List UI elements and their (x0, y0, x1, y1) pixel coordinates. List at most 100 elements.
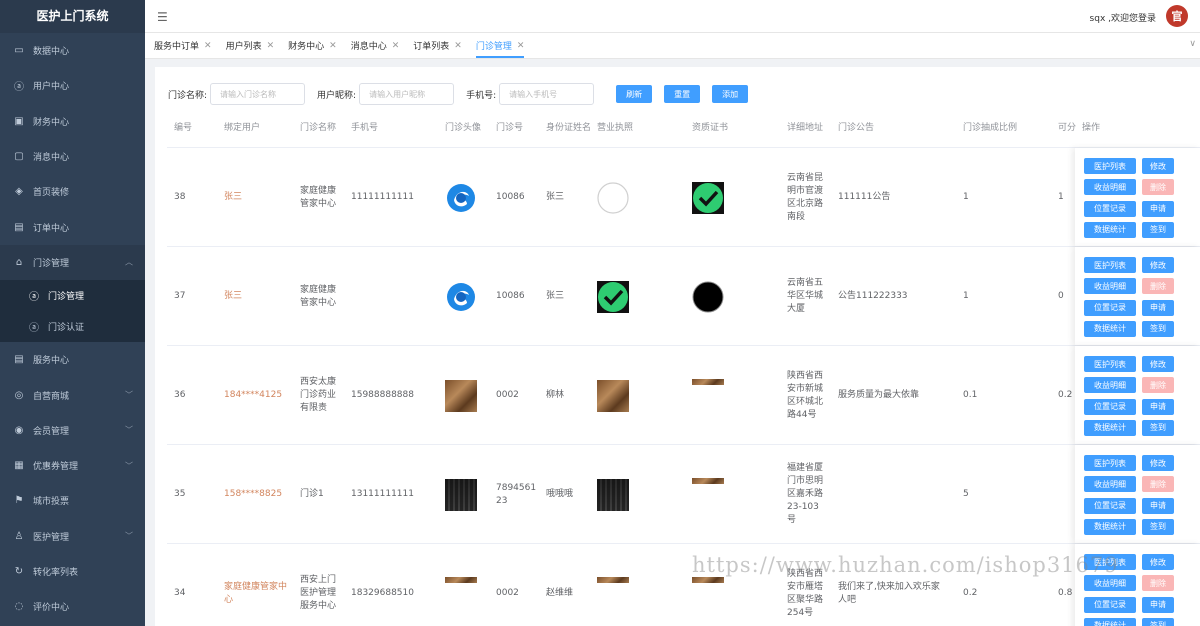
tab[interactable]: 消息中心 ✕ (346, 33, 409, 58)
sidebar-item[interactable]: ▦ 优惠券管理 ﹀ (0, 448, 145, 483)
checkin-button[interactable]: 签到 (1142, 221, 1174, 238)
cell-user[interactable]: 张三 (224, 191, 294, 204)
staff-list-button[interactable]: 医护列表 (1084, 158, 1136, 174)
edit-button[interactable]: 修改 (1142, 455, 1174, 471)
close-icon[interactable]: ✕ (204, 41, 212, 51)
sidebar-item[interactable]: ↻ 转化率列表 (0, 554, 145, 589)
data-stats-button[interactable]: 数据统计 (1084, 419, 1136, 436)
cell-notice: 111111公告 (838, 192, 891, 202)
checkin-button[interactable]: 签到 (1142, 617, 1174, 626)
delete-button[interactable]: 删除 (1142, 575, 1174, 592)
search-bar: 门诊名称: 用户昵称: 手机号: 刷新 重置 添加 (168, 83, 760, 105)
close-icon[interactable]: ✕ (454, 41, 462, 51)
box-icon: ◈ (15, 186, 23, 198)
sidebar-item[interactable]: ◉ 会员管理 ﹀ (0, 413, 145, 448)
column-header: 门诊号 (496, 123, 524, 133)
sidebar-item[interactable]: ▭ 数据中心 (0, 33, 145, 68)
staff-list-button[interactable]: 医护列表 (1084, 257, 1136, 273)
location-record-button[interactable]: 位置记录 (1084, 596, 1136, 613)
sidebar-item[interactable]: ⚑ 城市投票 (0, 483, 145, 518)
data-stats-button[interactable]: 数据统计 (1084, 518, 1136, 535)
cell-clinic-no: 10086 (496, 291, 525, 301)
edit-button[interactable]: 修改 (1142, 257, 1174, 273)
sidebar-item-label: 转化率列表 (33, 568, 79, 578)
close-icon[interactable]: ✕ (517, 41, 525, 51)
top-header: ☰ sqx ,欢迎您登录 官 (145, 0, 1200, 33)
cell-user[interactable]: 158****8825 (224, 488, 294, 501)
edit-button[interactable]: 修改 (1142, 356, 1174, 372)
tab[interactable]: 订单列表 ✕ (408, 33, 471, 58)
close-icon[interactable]: ✕ (392, 41, 400, 51)
cell-id-name: 张三 (546, 291, 565, 301)
location-record-button[interactable]: 位置记录 (1084, 497, 1136, 514)
refresh-button[interactable]: 刷新 (616, 85, 653, 103)
cell-id-name: 哦哦哦 (546, 489, 574, 499)
column-header: 身份证姓名 (546, 123, 592, 133)
data-stats-button[interactable]: 数据统计 (1084, 221, 1136, 238)
data-stats-button[interactable]: 数据统计 (1084, 617, 1136, 626)
staff-list-button[interactable]: 医护列表 (1084, 356, 1136, 372)
cell-user[interactable]: 184****4125 (224, 389, 294, 402)
reset-button[interactable]: 重置 (664, 85, 701, 103)
column-header: 门诊抽成比例 (963, 123, 1018, 133)
sidebar-item[interactable]: ⓐ 用户中心 (0, 68, 145, 103)
edit-button[interactable]: 修改 (1142, 554, 1174, 570)
income-detail-button[interactable]: 收益明细 (1084, 278, 1136, 295)
delete-button[interactable]: 删除 (1142, 179, 1174, 196)
cell-user[interactable]: 张三 (224, 290, 294, 303)
cell-ratio: 0.2 (963, 588, 978, 598)
tab[interactable]: 用户列表 ✕ (221, 33, 284, 58)
checkin-button[interactable]: 签到 (1142, 419, 1174, 436)
clinic-name-input[interactable] (210, 83, 306, 105)
document-icon: ▤ (14, 354, 24, 366)
location-record-button[interactable]: 位置记录 (1084, 299, 1136, 316)
checkin-button[interactable]: 签到 (1142, 518, 1174, 535)
add-button[interactable]: 添加 (712, 85, 749, 103)
income-detail-button[interactable]: 收益明细 (1084, 179, 1136, 196)
sidebar-item[interactable]: ◌ 评价中心 (0, 589, 145, 624)
submenu-item[interactable]: ⓐ 门诊管理 (0, 280, 145, 311)
sidebar-item-label: 订单中心 (33, 223, 70, 234)
apply-button[interactable]: 申请 (1142, 398, 1174, 415)
sidebar-item[interactable]: ◎ 自营商城 ﹀ (0, 377, 145, 412)
edit-button[interactable]: 修改 (1142, 158, 1174, 174)
income-detail-button[interactable]: 收益明细 (1084, 575, 1136, 592)
cell-user[interactable]: 家庭健康管家中心 (224, 581, 294, 607)
close-icon[interactable]: ✕ (267, 41, 275, 51)
table-row: 35 158****8825 门诊1 13111111111 7894561 23 哦哦哦… (167, 445, 1200, 544)
nickname-input[interactable] (359, 83, 455, 105)
hamburger-icon[interactable]: ☰ (157, 10, 168, 24)
chevron-down-icon[interactable]: ∨ (1189, 39, 1196, 49)
location-record-button[interactable]: 位置记录 (1084, 398, 1136, 415)
sidebar-item[interactable]: ▤ 订单中心 (0, 209, 145, 244)
staff-list-button[interactable]: 医护列表 (1084, 455, 1136, 471)
income-detail-button[interactable]: 收益明细 (1084, 476, 1136, 493)
phone-input[interactable] (499, 83, 595, 105)
tab[interactable]: 服务中订单 ✕ (149, 33, 221, 58)
tab[interactable]: 门诊管理 ✕ (471, 33, 534, 58)
sidebar-item-label: 用户中心 (33, 82, 70, 93)
income-detail-button[interactable]: 收益明细 (1084, 377, 1136, 394)
submenu-item[interactable]: ⓐ 门诊认证 (0, 311, 145, 342)
apply-button[interactable]: 申请 (1142, 596, 1174, 613)
sidebar-item[interactable]: ♙ 医护管理 ﹀ (0, 519, 145, 554)
sidebar-item[interactable]: ▢ 消息中心 (0, 139, 145, 174)
tab-bar: 服务中订单 ✕ 用户列表 ✕ 财务中心 ✕ 消息中心 ✕ 订单列表 ✕ 门诊管理 ✕ ∨ (145, 33, 1200, 59)
close-icon[interactable]: ✕ (329, 41, 337, 51)
sidebar-item[interactable]: ◈ 首页装修 (0, 174, 145, 209)
sidebar-item[interactable]: ⌂ 门诊管理 ︿ (0, 244, 145, 281)
apply-button[interactable]: 申请 (1142, 200, 1174, 217)
data-stats-button[interactable]: 数据统计 (1084, 320, 1136, 337)
apply-button[interactable]: 申请 (1142, 299, 1174, 316)
delete-button[interactable]: 删除 (1142, 476, 1174, 493)
location-record-button[interactable]: 位置记录 (1084, 200, 1136, 217)
delete-button[interactable]: 删除 (1142, 377, 1174, 394)
checkin-button[interactable]: 签到 (1142, 320, 1174, 337)
cell-ratio: 0.1 (963, 390, 978, 400)
avatar[interactable]: 官 (1166, 5, 1188, 27)
delete-button[interactable]: 删除 (1142, 278, 1174, 295)
sidebar-item[interactable]: ▤ 服务中心 (0, 342, 145, 377)
tab[interactable]: 财务中心 ✕ (283, 33, 346, 58)
apply-button[interactable]: 申请 (1142, 497, 1174, 514)
sidebar-item[interactable]: ▣ 财务中心 (0, 104, 145, 139)
